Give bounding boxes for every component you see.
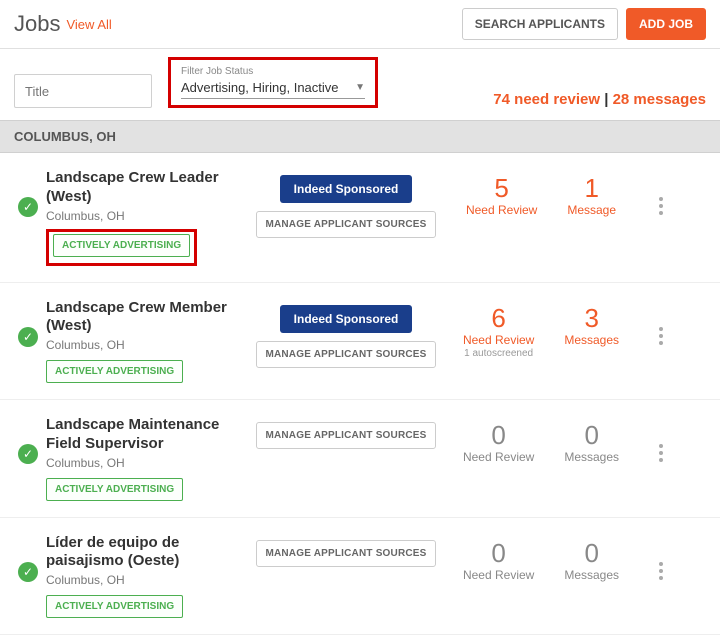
job-row: ✓ Landscape Crew Leader (West) Columbus, O… xyxy=(0,153,720,283)
job-title[interactable]: Landscape Crew Leader (West) xyxy=(46,169,256,207)
manage-sources-button[interactable]: MANAGE APPLICANT SOURCES xyxy=(256,341,435,368)
stat-number: 6 xyxy=(463,305,534,331)
messages-stat[interactable]: 1 Message xyxy=(567,175,616,217)
add-job-button[interactable]: ADD JOB xyxy=(626,8,706,40)
manage-sources-button[interactable]: MANAGE APPLICANT SOURCES xyxy=(256,422,435,449)
check-icon: ✓ xyxy=(18,197,38,217)
job-info: Líder de equipo de paisajismo (Oeste)Col… xyxy=(46,534,256,619)
page-header: Jobs View All SEARCH APPLICANTS ADD JOB xyxy=(0,0,720,49)
search-applicants-button[interactable]: SEARCH APPLICANTS xyxy=(462,8,618,40)
stat-label: Need Review xyxy=(466,203,537,217)
filter-status-box: Filter Job Status Advertising, Hiring, I… xyxy=(168,57,378,108)
stat-label: Need Review xyxy=(463,450,534,464)
status-badge: ACTIVELY ADVERTISING xyxy=(53,234,190,257)
stat-number: 0 xyxy=(564,422,619,448)
job-location: Columbus, OH xyxy=(46,573,256,587)
stat-number: 1 xyxy=(567,175,616,201)
indeed-sponsored-button[interactable]: Indeed Sponsored xyxy=(280,175,413,203)
more-menu-icon[interactable] xyxy=(659,327,663,345)
title-input[interactable] xyxy=(14,74,152,108)
more-menu-icon[interactable] xyxy=(659,197,663,215)
job-info: Landscape Maintenance Field Supervisor Co… xyxy=(46,416,256,501)
job-location: Columbus, OH xyxy=(46,209,256,223)
manage-sources-button[interactable]: MANAGE APPLICANT SOURCES xyxy=(256,211,435,238)
check-icon: ✓ xyxy=(18,444,38,464)
messages-stat[interactable]: 0Messages xyxy=(564,540,619,582)
status-badge: ACTIVELY ADVERTISING xyxy=(46,478,183,501)
more-menu-icon[interactable] xyxy=(659,562,663,580)
job-row: ✓ Landscape Maintenance Field Supervisor C… xyxy=(0,400,720,518)
messages-stat[interactable]: 3 Messages xyxy=(564,305,619,359)
autoscreened-label: 1 autoscreened xyxy=(463,348,534,359)
job-title[interactable]: Landscape Maintenance Field Supervisor xyxy=(46,416,256,454)
filter-status-select[interactable]: Advertising, Hiring, Inactive ▼ xyxy=(181,77,365,99)
highlight-box: ACTIVELY ADVERTISING xyxy=(46,229,197,266)
stat-label: Messages xyxy=(564,333,619,347)
stat-label: Messages xyxy=(564,450,619,464)
need-review-stat[interactable]: 5 Need Review xyxy=(466,175,537,217)
job-info: Landscape Crew Leader (West) Columbus, OH… xyxy=(46,169,256,266)
stat-number: 0 xyxy=(564,540,619,566)
check-icon: ✓ xyxy=(18,562,38,582)
stat-number: 0 xyxy=(463,422,534,448)
messages-stat[interactable]: 0 Messages xyxy=(564,422,619,464)
job-info: Landscape Crew Member (West)Columbus, OH… xyxy=(46,299,256,384)
job-location: Columbus, OH xyxy=(46,338,256,352)
status-badge: ACTIVELY ADVERTISING xyxy=(46,595,183,618)
job-row: ✓ Landscape Crew Member (West)Columbus, O… xyxy=(0,283,720,401)
job-title[interactable]: Landscape Crew Member (West) xyxy=(46,299,256,337)
filter-row: Filter Job Status Advertising, Hiring, I… xyxy=(0,49,720,120)
view-all-link[interactable]: View All xyxy=(66,17,111,32)
stat-number: 5 xyxy=(466,175,537,201)
job-location: Columbus, OH xyxy=(46,456,256,470)
filter-status-label: Filter Job Status xyxy=(181,66,365,77)
need-review-stat[interactable]: 6 Need Review1 autoscreened xyxy=(463,305,534,359)
need-review-stat[interactable]: 0 Need Review xyxy=(463,422,534,464)
stat-number: 3 xyxy=(564,305,619,331)
status-badge: ACTIVELY ADVERTISING xyxy=(46,360,183,383)
more-menu-icon[interactable] xyxy=(659,444,663,462)
need-review-stat[interactable]: 0Need Review xyxy=(463,540,534,582)
chevron-down-icon: ▼ xyxy=(355,82,365,93)
indeed-sponsored-button[interactable]: Indeed Sponsored xyxy=(280,305,413,333)
section-header: COLUMBUS, OH xyxy=(0,120,720,153)
check-icon: ✓ xyxy=(18,327,38,347)
manage-sources-button[interactable]: MANAGE APPLICANT SOURCES xyxy=(256,540,435,567)
job-row: ✓ Líder de equipo de paisajismo (Oeste)Co… xyxy=(0,518,720,635)
summary-text: 74 need review | 28 messages xyxy=(493,91,706,108)
page-title: Jobs xyxy=(14,11,60,37)
job-title[interactable]: Líder de equipo de paisajismo (Oeste) xyxy=(46,534,256,572)
stat-label: Need Review xyxy=(463,333,534,347)
filter-status-value: Advertising, Hiring, Inactive xyxy=(181,80,339,95)
stat-number: 0 xyxy=(463,540,534,566)
stat-label: Message xyxy=(567,203,616,217)
